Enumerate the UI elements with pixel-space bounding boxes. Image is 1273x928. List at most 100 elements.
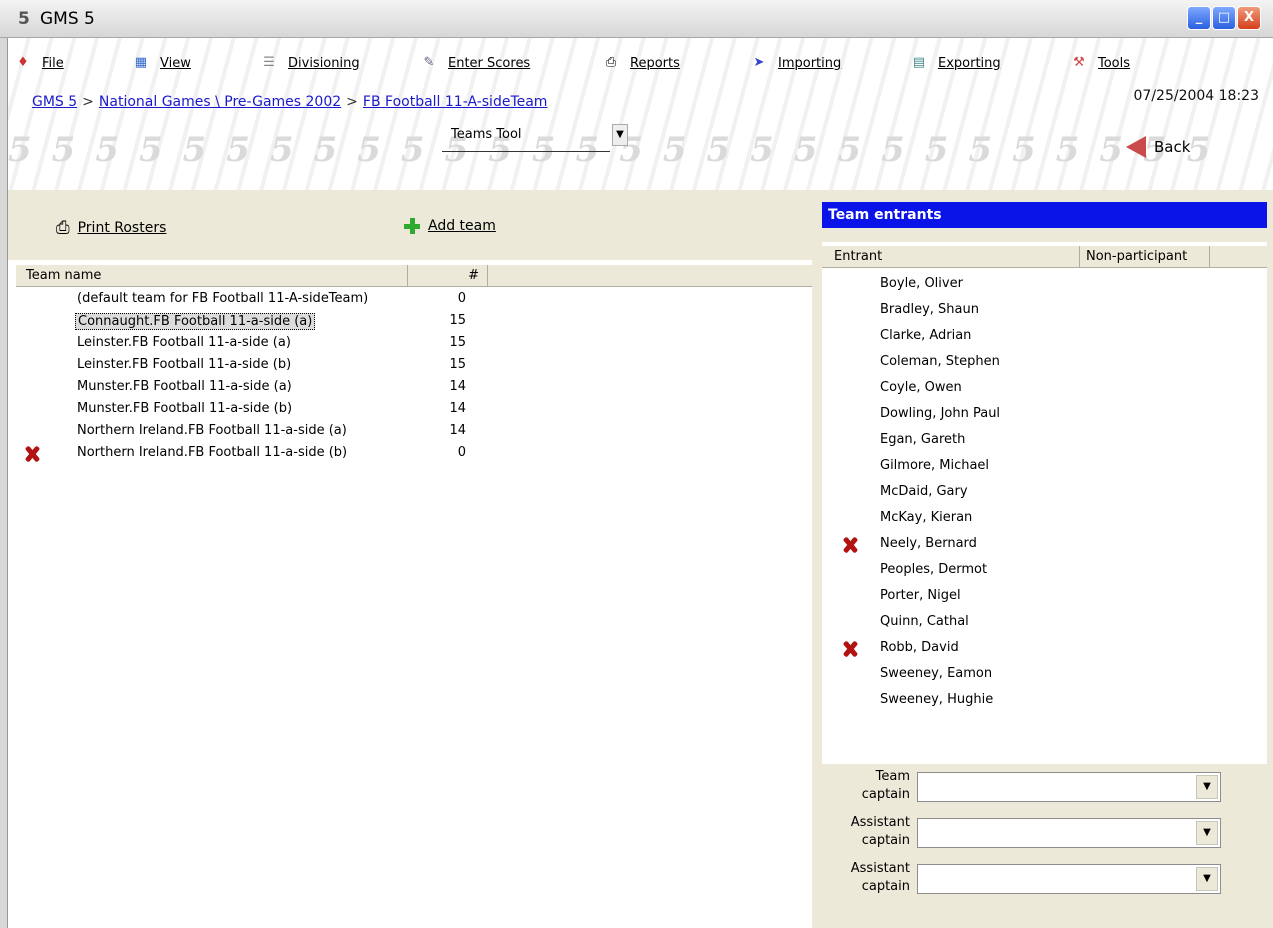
entrant-row[interactable]: Coleman, Stephen	[822, 350, 1267, 376]
team-row[interactable]: Northern Ireland.FB Football 11-a-side (…	[16, 443, 814, 465]
column-count[interactable]: #	[408, 265, 488, 287]
entrant-name: Gilmore, Michael	[880, 458, 990, 473]
window-title: GMS 5	[40, 9, 95, 29]
entrant-name: Boyle, Oliver	[880, 276, 963, 291]
entrant-row[interactable]: Sweeney, Hughie	[822, 688, 1267, 714]
menu-file-label: File	[42, 55, 64, 71]
header-area: 5555555555555555555555555555 ♦ File ▦ Vi…	[8, 38, 1273, 190]
team-captain-row: Team captain ▼	[822, 768, 1273, 812]
menu-file[interactable]: ♦ File	[14, 52, 64, 74]
column-entrant[interactable]: Entrant	[822, 246, 1080, 268]
chevron-down-icon[interactable]: ▼	[1196, 821, 1218, 845]
add-team-label: Add team	[428, 218, 496, 234]
team-name: Leinster.FB Football 11-a-side (a)	[77, 335, 291, 350]
entrant-name: Robb, David	[880, 640, 959, 655]
menu-enter-scores[interactable]: ✎ Enter Scores	[420, 52, 531, 74]
entrant-row[interactable]: Porter, Nigel	[822, 584, 1267, 610]
window-left-border	[0, 38, 8, 928]
menu-tools[interactable]: ⚒ Tools	[1070, 52, 1130, 74]
entrant-row[interactable]: Gilmore, Michael	[822, 454, 1267, 480]
column-team-name[interactable]: Team name	[16, 265, 408, 287]
breadcrumb-gms5[interactable]: GMS 5	[32, 94, 77, 110]
enter-scores-icon: ✎	[423, 55, 435, 70]
menu-reports[interactable]: ⎙ Reports	[602, 52, 680, 74]
print-rosters-button[interactable]: ⎙ Print Rosters	[56, 218, 166, 238]
assistant-captain-select-2[interactable]: ▼	[917, 864, 1221, 894]
entrant-row[interactable]: Quinn, Cathal	[822, 610, 1267, 636]
team-row[interactable]: Munster.FB Football 11-a-side (a) 14	[16, 377, 814, 399]
team-captain-select[interactable]: ▼	[917, 772, 1221, 802]
maximize-button[interactable]: □	[1212, 6, 1236, 30]
entrant-name: McKay, Kieran	[880, 510, 973, 525]
chevron-down-icon[interactable]: ▼	[1196, 775, 1218, 799]
teams-list: (default team for FB Football 11-A-sideT…	[16, 289, 814, 465]
breadcrumb: GMS 5 > National Games \ Pre-Games 2002 …	[32, 94, 547, 110]
menu-divisioning[interactable]: ☰ Divisioning	[260, 52, 359, 74]
entrant-name: Bradley, Shaun	[880, 302, 979, 317]
entrant-row[interactable]: Bradley, Shaun	[822, 298, 1267, 324]
chevron-down-icon[interactable]: ▼	[612, 124, 628, 146]
team-name: Northern Ireland.FB Football 11-a-side (…	[77, 423, 347, 438]
menu-importing[interactable]: ➤ Importing	[750, 52, 842, 74]
background-pattern: 5555555555555555555555555555	[8, 130, 1231, 170]
entrant-row[interactable]: Clarke, Adrian	[822, 324, 1267, 350]
importing-icon: ➤	[753, 55, 765, 70]
file-icon: ♦	[17, 55, 29, 70]
breadcrumb-separator: >	[346, 94, 358, 110]
team-name: (default team for FB Football 11-A-sideT…	[77, 291, 369, 306]
team-row[interactable]: Northern Ireland.FB Football 11-a-side (…	[16, 421, 814, 443]
add-icon	[404, 218, 420, 234]
datetime-display: 07/25/2004 18:23	[1133, 88, 1260, 104]
tools-icon: ⚒	[1073, 55, 1085, 70]
breadcrumb-team[interactable]: FB Football 11-A-sideTeam	[363, 94, 548, 110]
team-name: Connaught.FB Football 11-a-side (a)	[75, 313, 316, 330]
team-row[interactable]: Leinster.FB Football 11-a-side (a) 15	[16, 333, 814, 355]
captain-label-line1: Assistant	[850, 861, 910, 876]
assistant-captain-row-1: Assistant captain ▼	[822, 814, 1273, 858]
entrant-row[interactable]: Neely, Bernard	[822, 532, 1267, 558]
entrant-row[interactable]: McKay, Kieran	[822, 506, 1267, 532]
back-button[interactable]: Back	[1126, 136, 1190, 158]
entrant-name: Sweeney, Eamon	[880, 666, 993, 681]
menu-exporting-label: Exporting	[938, 55, 1001, 71]
team-entrants-title: Team entrants	[822, 202, 1267, 228]
red-x-icon	[842, 641, 858, 657]
breadcrumb-national-games[interactable]: National Games \ Pre-Games 2002	[99, 94, 341, 110]
team-row[interactable]: (default team for FB Football 11-A-sideT…	[16, 289, 814, 311]
team-name: Leinster.FB Football 11-a-side (b)	[77, 357, 292, 372]
team-count: 0	[457, 291, 466, 306]
entrant-row[interactable]: Coyle, Owen	[822, 376, 1267, 402]
menu-view[interactable]: ▦ View	[132, 52, 191, 74]
captain-label-line1: Assistant	[850, 815, 910, 830]
menu-view-label: View	[160, 55, 191, 71]
entrant-row[interactable]: Peoples, Dermot	[822, 558, 1267, 584]
entrants-table-header: Entrant Non-participant	[822, 246, 1267, 268]
menu-tools-label: Tools	[1098, 55, 1131, 71]
entrant-row[interactable]: Boyle, Oliver	[822, 272, 1267, 298]
column-non-participant[interactable]: Non-participant	[1080, 246, 1210, 268]
entrant-row[interactable]: Egan, Gareth	[822, 428, 1267, 454]
tool-select[interactable]: Teams Tool	[442, 124, 610, 152]
team-name: Northern Ireland.FB Football 11-a-side (…	[77, 445, 348, 460]
panel-divider[interactable]	[812, 190, 822, 928]
divisioning-icon: ☰	[263, 55, 275, 70]
menu-exporting[interactable]: ▤ Exporting	[910, 52, 1001, 74]
chevron-down-icon[interactable]: ▼	[1196, 867, 1218, 891]
entrant-row[interactable]: Dowling, John Paul	[822, 402, 1267, 428]
entrant-row[interactable]: McDaid, Gary	[822, 480, 1267, 506]
minimize-button[interactable]: _	[1187, 6, 1211, 30]
entrant-row[interactable]: Robb, David	[822, 636, 1267, 662]
team-row[interactable]: Munster.FB Football 11-a-side (b) 14	[16, 399, 814, 421]
close-button[interactable]: X	[1237, 6, 1261, 30]
team-row[interactable]: Connaught.FB Football 11-a-side (a) 15	[16, 311, 814, 333]
add-team-button[interactable]: Add team	[404, 218, 496, 234]
entrant-name: Egan, Gareth	[880, 432, 966, 447]
captain-label-line2: captain	[861, 879, 910, 894]
team-row[interactable]: Leinster.FB Football 11-a-side (b) 15	[16, 355, 814, 377]
entrant-row[interactable]: Sweeney, Eamon	[822, 662, 1267, 688]
print-rosters-label: Print Rosters	[77, 220, 167, 236]
assistant-captain-select-1[interactable]: ▼	[917, 818, 1221, 848]
assistant-captain-label: Assistant captain	[822, 860, 910, 896]
red-x-icon	[842, 537, 858, 553]
entrant-name: Peoples, Dermot	[880, 562, 988, 577]
